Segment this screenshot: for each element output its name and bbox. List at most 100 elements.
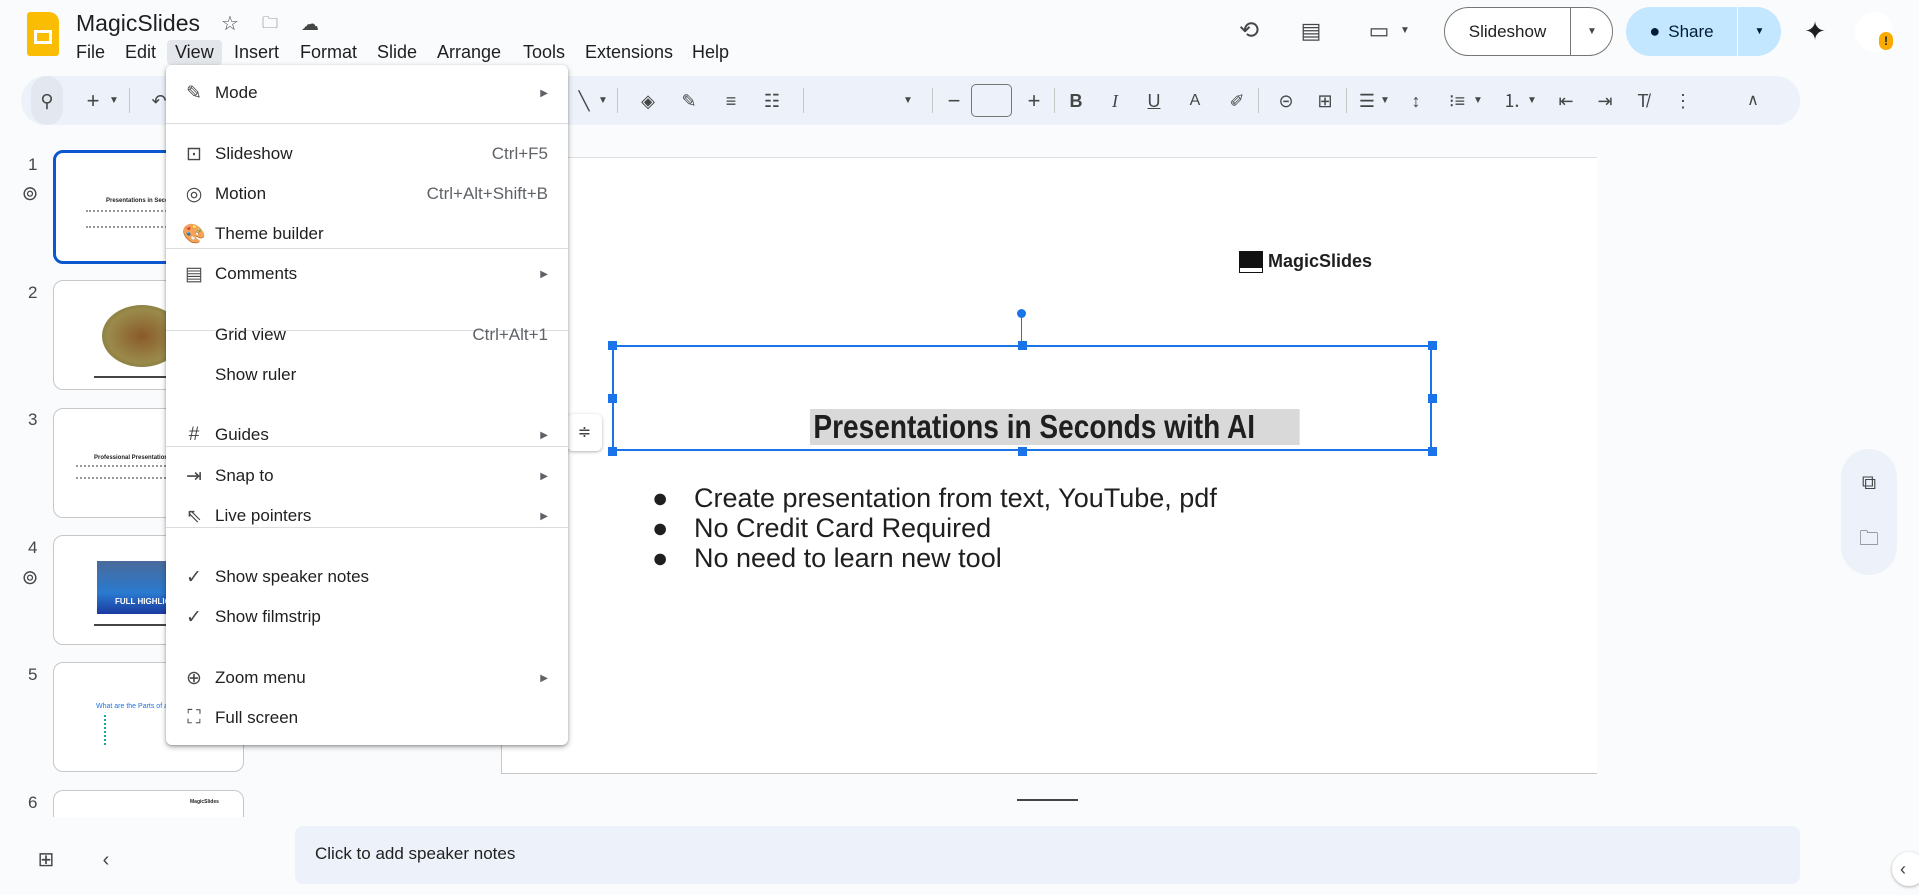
resize-handle[interactable] <box>1428 447 1437 456</box>
expand-side-panel-button[interactable]: ‹ <box>1892 852 1919 886</box>
italic-icon[interactable]: I <box>1103 76 1127 125</box>
resize-handle[interactable] <box>1428 394 1437 403</box>
bulleted-list-dropdown-icon[interactable]: ▼ <box>1472 76 1484 125</box>
menu-view[interactable]: View <box>167 40 222 65</box>
menu-file[interactable]: File <box>72 40 109 65</box>
keep-image-icon[interactable]: ⧉ <box>1855 469 1883 497</box>
menu-item-grid-view[interactable]: Grid view Ctrl+Alt+1 <box>166 317 568 353</box>
menu-insert[interactable]: Insert <box>230 40 283 65</box>
border-weight-icon[interactable]: ≡ <box>719 76 743 125</box>
meet-dropdown-icon[interactable]: ▼ <box>1398 24 1412 38</box>
new-slide-icon[interactable]: + <box>81 76 105 125</box>
notes-resize-handle[interactable] <box>1017 799 1078 801</box>
font-size-input[interactable] <box>971 84 1012 117</box>
collapse-toolbar-icon[interactable]: ∧ <box>1741 76 1765 125</box>
insert-link-icon[interactable]: ⊝ <box>1274 76 1298 125</box>
document-title[interactable]: MagicSlides <box>76 10 200 37</box>
title-textbox[interactable]: Presentations in Seconds with AI <box>612 345 1432 451</box>
menu-arrange[interactable]: Arrange <box>433 40 505 65</box>
border-dash-icon[interactable]: ☷ <box>760 76 784 125</box>
autofit-options-icon[interactable]: ≑ <box>567 414 602 451</box>
font-dropdown-icon[interactable]: ▼ <box>901 76 915 125</box>
align-dropdown-icon[interactable]: ▼ <box>1379 76 1391 125</box>
menu-item-zoom-menu[interactable]: ⊕ Zoom menu ▶ <box>166 660 568 696</box>
resize-handle[interactable] <box>1018 447 1027 456</box>
menu-item-theme-builder[interactable]: 🎨 Theme builder <box>166 216 568 252</box>
border-color-icon[interactable]: ✎ <box>677 76 701 125</box>
slide-canvas[interactable]: MagicSlides Presentations in Seconds wit… <box>501 157 1597 774</box>
more-options-icon[interactable]: ⋮ <box>1671 76 1695 125</box>
slide-thumbnail-6[interactable]: MagicSlides <box>53 790 244 817</box>
slideshow-dropdown-icon[interactable]: ▼ <box>1571 8 1613 55</box>
resize-handle[interactable] <box>608 341 617 350</box>
drive-folder-icon[interactable]: 🗀 <box>1855 525 1883 553</box>
slides-logo[interactable] <box>27 12 59 56</box>
fullscreen-icon: ⛶ <box>187 707 201 728</box>
numbered-list-dropdown-icon[interactable]: ▼ <box>1526 76 1538 125</box>
increase-font-size-icon[interactable]: + <box>1022 76 1046 125</box>
clear-formatting-icon[interactable]: T̸ <box>1631 76 1655 125</box>
add-comment-icon[interactable]: ⊞ <box>1313 76 1337 125</box>
move-folder-icon[interactable]: 🗀 <box>258 12 282 36</box>
fill-color-icon[interactable]: ◈ <box>636 76 660 125</box>
menu-item-comments[interactable]: ▤ Comments ▶ <box>166 256 568 292</box>
slide-title[interactable]: Presentations in Seconds with AI <box>810 409 1300 445</box>
share-dropdown-icon[interactable]: ▼ <box>1738 7 1781 56</box>
slide-number: 3 <box>28 410 38 429</box>
bold-icon[interactable]: B <box>1064 76 1088 125</box>
menu-item-guides[interactable]: # Guides ▶ <box>166 417 568 453</box>
resize-handle[interactable] <box>1428 341 1437 350</box>
menu-item-shortcut: Ctrl+F5 <box>491 144 548 163</box>
menu-tools[interactable]: Tools <box>519 40 569 65</box>
menu-item-show-ruler[interactable]: Show ruler <box>166 357 568 393</box>
resize-handle[interactable] <box>608 394 617 403</box>
bulleted-list-icon[interactable]: ⁝≡ <box>1445 76 1469 125</box>
text-color-icon[interactable]: A <box>1183 76 1207 125</box>
link-animation-icon: ⊚ <box>21 183 39 205</box>
underline-icon[interactable]: U <box>1142 76 1166 125</box>
menu-extensions[interactable]: Extensions <box>581 40 677 65</box>
decrease-indent-icon[interactable]: ⇤ <box>1554 76 1578 125</box>
menu-item-show-speaker-notes[interactable]: ✓ Show speaker notes <box>166 559 568 595</box>
gemini-sparkle-icon[interactable]: ✦ <box>1800 16 1830 46</box>
meet-video-icon[interactable]: ▭ <box>1364 16 1394 46</box>
speaker-notes[interactable]: Click to add speaker notes <box>295 826 1800 884</box>
collapse-filmstrip-icon[interactable]: ‹ <box>93 847 119 873</box>
increase-indent-icon[interactable]: ⇥ <box>1593 76 1617 125</box>
menu-format[interactable]: Format <box>296 40 361 65</box>
menu-help[interactable]: Help <box>688 40 733 65</box>
menu-item-label: Full screen <box>215 708 299 727</box>
version-history-icon[interactable]: ⟲ <box>1234 16 1264 46</box>
numbered-list-icon[interactable]: ⒈ <box>1500 76 1524 125</box>
comments-icon[interactable]: ▤ <box>1296 16 1326 46</box>
menu-edit[interactable]: Edit <box>121 40 160 65</box>
menu-item-slideshow[interactable]: ⊡ Slideshow Ctrl+F5 <box>166 136 568 172</box>
menu-item-mode[interactable]: ✎ Mode ▶ <box>166 75 568 111</box>
resize-handle[interactable] <box>608 447 617 456</box>
line-tool-icon[interactable]: ╲ <box>572 76 596 125</box>
bullet-list[interactable]: ● Create presentation from text, YouTube,… <box>652 483 1217 573</box>
align-icon[interactable]: ☰ <box>1355 76 1379 125</box>
share-button[interactable]: ● Share <box>1626 7 1738 56</box>
separator <box>617 88 618 113</box>
slideshow-button[interactable]: Slideshow <box>1445 8 1571 55</box>
star-icon[interactable]: ☆ <box>218 12 242 36</box>
decrease-font-size-icon[interactable]: − <box>942 76 966 125</box>
menu-item-full-screen[interactable]: ⛶ Full screen <box>166 700 568 736</box>
link-animation-icon: ⊚ <box>21 567 39 589</box>
highlight-color-icon[interactable]: ✐ <box>1225 76 1249 125</box>
new-slide-dropdown-icon[interactable]: ▼ <box>108 76 120 125</box>
menu-item-live-pointers[interactable]: ⇖ Live pointers ▶ <box>166 498 568 534</box>
cloud-saved-icon[interactable]: ☁ <box>298 12 322 36</box>
palette-icon: 🎨 <box>182 224 206 245</box>
menu-item-motion[interactable]: ◎ Motion Ctrl+Alt+Shift+B <box>166 176 568 212</box>
resize-handle[interactable] <box>1018 341 1027 350</box>
search-menus-icon[interactable]: ⚲ <box>31 76 63 125</box>
account-avatar[interactable]: ! <box>1855 12 1893 52</box>
menu-item-snap-to[interactable]: ⇥ Snap to ▶ <box>166 458 568 494</box>
line-dropdown-icon[interactable]: ▼ <box>597 76 609 125</box>
menu-item-show-filmstrip[interactable]: ✓ Show filmstrip <box>166 599 568 635</box>
grid-view-icon[interactable]: ⊞ <box>33 847 59 873</box>
menu-slide[interactable]: Slide <box>373 40 421 65</box>
line-spacing-icon[interactable]: ↕ <box>1404 76 1428 125</box>
